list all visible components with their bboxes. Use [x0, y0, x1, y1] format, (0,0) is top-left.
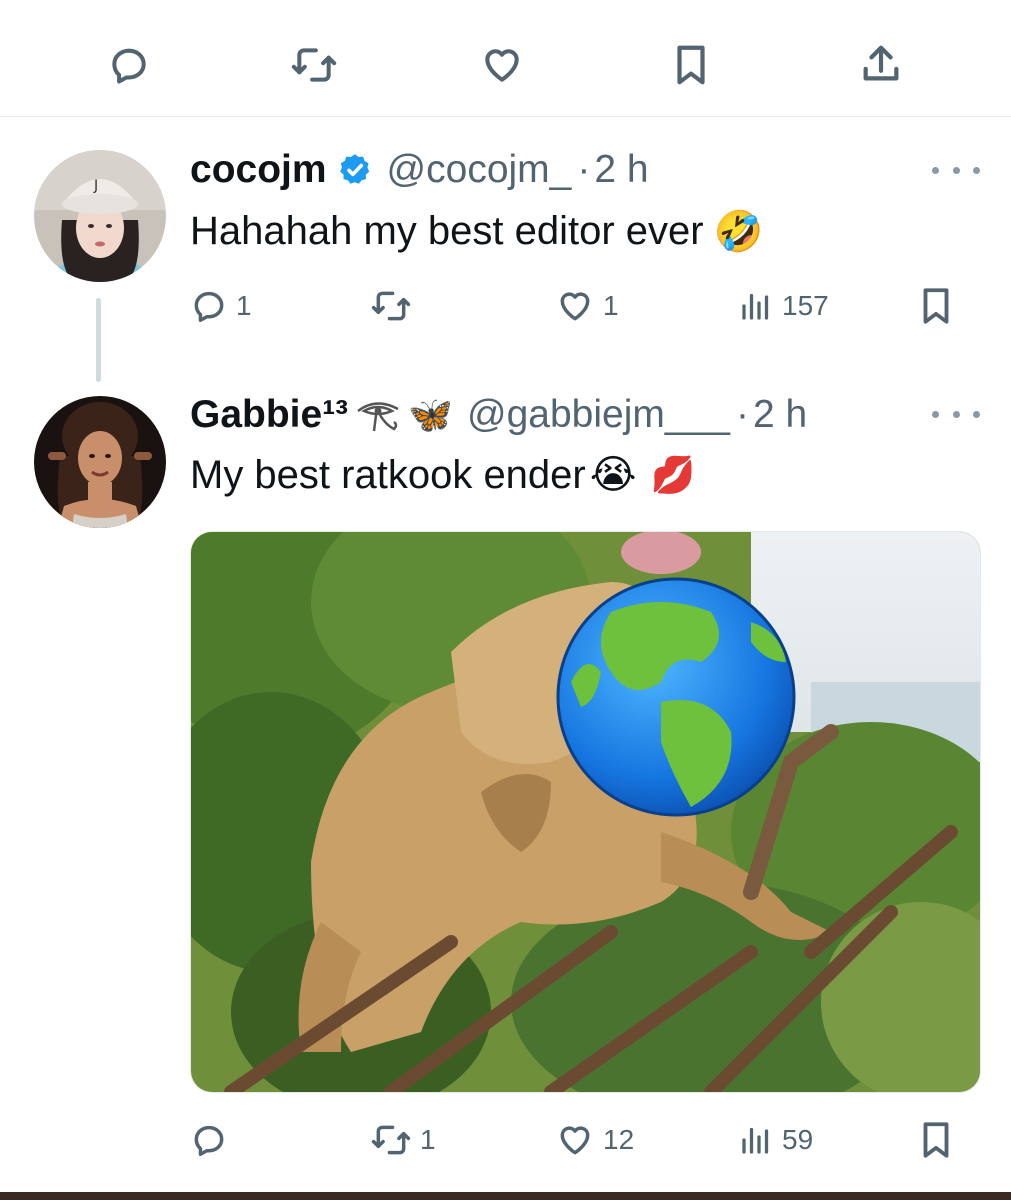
views-chart-icon: [738, 1122, 774, 1158]
bookmark-button[interactable]: [918, 1115, 954, 1165]
avatar[interactable]: [34, 396, 166, 528]
view-count: 59: [782, 1124, 814, 1155]
retweet-icon: [370, 1121, 412, 1159]
verified-badge-icon: [337, 152, 373, 188]
eye-of-horus-icon: [354, 395, 406, 435]
tweet-metrics: 1 1 157: [0, 281, 1011, 331]
views-chart-icon: [738, 288, 774, 324]
crying-emoji: 😭: [589, 453, 637, 497]
svg-text:J: J: [93, 178, 98, 194]
heart-icon[interactable]: [477, 40, 527, 90]
reply-count: 1: [236, 290, 252, 321]
bookmark-button[interactable]: [918, 281, 954, 331]
handle[interactable]: @cocojm_: [387, 148, 572, 192]
timestamp[interactable]: 2 h: [594, 148, 648, 192]
kiss-mark-emoji: 💋: [650, 454, 696, 495]
tweet-text: My best ratkook ender 😭 💋: [190, 452, 695, 498]
rofl-emoji: 🤣: [713, 210, 764, 254]
tweet-text-content: Hahahah my best editor ever: [190, 209, 704, 253]
like-button[interactable]: 12: [555, 1115, 634, 1165]
bookmark-icon: [918, 285, 954, 327]
previous-tweet-action-bar: [0, 0, 1011, 117]
heart-icon: [555, 287, 595, 325]
reply-icon: [190, 287, 228, 325]
reply-button[interactable]: 1: [190, 281, 252, 331]
tweet-text: Hahahah my best editor ever 🤣: [190, 208, 763, 255]
timestamp[interactable]: 2 h: [753, 393, 807, 437]
more-options-icon[interactable]: [932, 158, 980, 182]
retweet-count: 1: [420, 1124, 436, 1155]
bottom-edge-bar: [0, 1192, 1011, 1200]
tweet-media-image[interactable]: [190, 531, 981, 1093]
butterfly-emoji: 🦋: [408, 394, 453, 435]
share-icon[interactable]: [856, 40, 906, 90]
tweet-metrics: 1 12 59: [0, 1115, 1011, 1165]
view-count: 157: [782, 290, 829, 321]
display-name[interactable]: cocojm: [190, 148, 327, 192]
bookmark-icon[interactable]: [666, 40, 716, 90]
separator-dot: ·: [577, 148, 591, 191]
tweet-header: cocojm @cocojm_ · 2 h: [190, 148, 649, 192]
heart-icon: [555, 1121, 595, 1159]
tweet-header: Gabbie¹³ 🦋 @gabbiejm___ · 2 h: [190, 393, 807, 437]
tweet-text-content: My best ratkook ender: [190, 452, 586, 497]
thread-connector-line: [96, 298, 101, 382]
retweet-icon[interactable]: [289, 40, 339, 90]
bookmark-icon: [918, 1119, 954, 1161]
reply-icon[interactable]: [104, 40, 154, 90]
views-button[interactable]: 157: [738, 281, 829, 331]
more-options-icon[interactable]: [932, 402, 980, 426]
separator-dot: ·: [735, 393, 749, 436]
reply-button[interactable]: [190, 1115, 236, 1165]
handle[interactable]: @gabbiejm___: [467, 393, 730, 437]
like-count: 12: [603, 1124, 635, 1155]
like-button[interactable]: 1: [555, 281, 619, 331]
avatar[interactable]: J: [34, 150, 166, 282]
reply-icon: [190, 1121, 228, 1159]
like-count: 1: [603, 290, 619, 321]
retweet-button[interactable]: [370, 281, 420, 331]
views-button[interactable]: 59: [738, 1115, 813, 1165]
retweet-button[interactable]: 1: [370, 1115, 436, 1165]
retweet-icon: [370, 287, 412, 325]
display-name[interactable]: Gabbie¹³: [190, 393, 348, 437]
